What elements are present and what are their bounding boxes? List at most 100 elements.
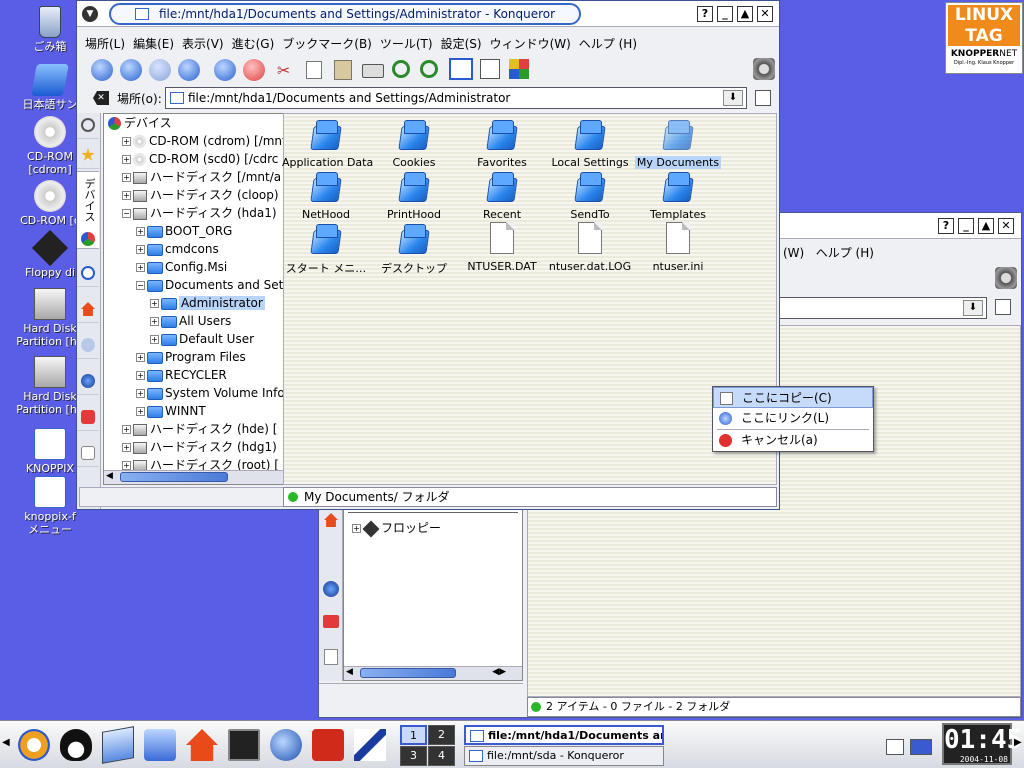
- tree-row[interactable]: + ハードディスク [/mnt/a: [122, 168, 281, 186]
- location-input[interactable]: file:/mnt/hda1/Documents and Settings/Ad…: [165, 87, 747, 109]
- task-button-main[interactable]: file:/mnt/hda1/Documents and Sett: [464, 725, 664, 745]
- home-folder-icon[interactable]: [186, 729, 218, 761]
- scroll-arrows-icon[interactable]: ◀▶: [492, 667, 506, 677]
- expand-toggle[interactable]: +: [136, 407, 145, 416]
- sidebar-tab-services[interactable]: [77, 333, 99, 359]
- display-icon[interactable]: [910, 739, 932, 755]
- openoffice-icon[interactable]: [354, 729, 386, 761]
- zoom-out-icon[interactable]: [420, 60, 438, 78]
- folder-item[interactable]: Local Settings: [546, 118, 634, 169]
- stop-icon[interactable]: [243, 59, 265, 81]
- context-menu-item[interactable]: ここにコピー(C): [713, 387, 873, 408]
- tree-row[interactable]: + Config.Msi: [136, 258, 227, 276]
- multi-column-icon[interactable]: [509, 59, 529, 79]
- konqueror-web-icon[interactable]: [270, 729, 302, 761]
- expand-toggle[interactable]: −: [136, 281, 145, 290]
- menu-item[interactable]: ウィンドウ(W): [486, 32, 575, 55]
- file-icon-view[interactable]: Application Data Cookies Favorites Local Se…: [282, 113, 777, 485]
- expand-toggle[interactable]: +: [136, 371, 145, 380]
- close-button[interactable]: ✕: [757, 6, 773, 22]
- menu-help[interactable]: ヘルプ (H): [812, 241, 878, 264]
- control-center-icon[interactable]: [144, 729, 176, 761]
- folder-red-icon[interactable]: [323, 615, 339, 628]
- folder-item[interactable]: NetHood: [282, 170, 370, 221]
- combo-dropdown-icon[interactable]: ⬇: [963, 300, 983, 316]
- desktop-pager-1[interactable]: 1: [400, 725, 427, 745]
- maximize-button[interactable]: ▲: [737, 6, 753, 22]
- tree-row[interactable]: + Administrator: [150, 294, 265, 312]
- window-menu-icon[interactable]: ▼: [82, 6, 98, 22]
- desktop-pager-4[interactable]: 4: [428, 746, 455, 766]
- context-menu-item[interactable]: キャンセル(a): [713, 430, 873, 451]
- context-menu-item[interactable]: ここにリンク(L): [713, 408, 873, 429]
- expand-toggle[interactable]: +: [122, 461, 131, 470]
- gear-icon[interactable]: [753, 58, 775, 80]
- file-item[interactable]: NTUSER.DAT: [458, 222, 546, 273]
- folder-item[interactable]: Recent: [458, 170, 546, 221]
- tree-row[interactable]: + ハードディスク (cloop): [122, 186, 279, 204]
- reload-icon[interactable]: [214, 59, 236, 81]
- back-location-combo[interactable]: ⬇: [779, 297, 987, 319]
- go-icon[interactable]: [755, 90, 771, 106]
- tree-row[interactable]: + RECYCLER: [136, 366, 227, 384]
- sidebar-tab-network[interactable]: [77, 369, 99, 395]
- desktop-icon[interactable]: [102, 726, 134, 764]
- expand-toggle[interactable]: +: [122, 443, 131, 452]
- menu-item[interactable]: 設定(S): [437, 32, 486, 55]
- help-button[interactable]: ?: [938, 218, 954, 234]
- task-button-sda[interactable]: file:/mnt/sda - Konqueror: [464, 746, 664, 766]
- zoom-in-icon[interactable]: [392, 60, 410, 78]
- home-nav-icon[interactable]: [178, 59, 200, 81]
- tree-row[interactable]: + Program Files: [136, 348, 246, 366]
- tree-row[interactable]: + System Volume Info: [136, 384, 285, 402]
- tree-row[interactable]: + CD-ROM (scd0) [/cdrc: [122, 150, 278, 168]
- menu-item[interactable]: ヘルプ (H): [575, 32, 641, 55]
- tree-row[interactable]: + WINNT: [136, 402, 206, 420]
- sidebar-tab-home[interactable]: [77, 297, 99, 323]
- forward-icon[interactable]: [149, 59, 171, 81]
- tree-row[interactable]: デバイス: [108, 114, 172, 132]
- folder-item[interactable]: デスクトップ: [370, 222, 458, 276]
- tree-row-floppy[interactable]: + フロッピー: [352, 519, 441, 537]
- sidebar-tab-root[interactable]: [77, 405, 99, 431]
- folder-item[interactable]: My Documents: [634, 118, 722, 169]
- print-icon[interactable]: [362, 64, 384, 78]
- expand-toggle[interactable]: +: [122, 425, 131, 434]
- copy-icon[interactable]: [306, 61, 322, 79]
- sidebar-tab-devices[interactable]: デバイス: [77, 171, 99, 249]
- expand-toggle[interactable]: +: [136, 245, 145, 254]
- scroll-left-icon[interactable]: ◀: [346, 667, 353, 677]
- scroll-thumb[interactable]: [120, 472, 228, 482]
- expand-toggle[interactable]: +: [122, 155, 131, 164]
- sidebar-tab-search[interactable]: [77, 113, 99, 139]
- expand-toggle[interactable]: +: [150, 335, 159, 344]
- blank-page-icon[interactable]: [324, 649, 338, 665]
- expand-toggle[interactable]: +: [136, 227, 145, 236]
- minimize-button[interactable]: _: [717, 6, 733, 22]
- folder-item[interactable]: Templates: [634, 170, 722, 221]
- main-titlebar[interactable]: ▼ file:/mnt/hda1/Documents and Settings/…: [77, 1, 779, 27]
- tree-row[interactable]: + CD-ROM (cdrom) [/mnt: [122, 132, 287, 150]
- tux-icon[interactable]: [60, 729, 92, 761]
- tree-row[interactable]: + ハードディスク (hdg1): [122, 438, 277, 456]
- expand-toggle[interactable]: +: [136, 263, 145, 272]
- maximize-button[interactable]: ▲: [978, 218, 994, 234]
- expand-toggle[interactable]: +: [122, 137, 131, 146]
- expand-toggle[interactable]: +: [122, 173, 131, 182]
- terminal-icon[interactable]: [228, 729, 260, 761]
- tree-row[interactable]: − Documents and Sett: [136, 276, 288, 294]
- folder-item[interactable]: Cookies: [370, 118, 458, 169]
- menu-item[interactable]: 表示(V): [178, 32, 228, 55]
- back-icon[interactable]: [120, 59, 142, 81]
- up-icon[interactable]: [91, 59, 113, 81]
- tree-row[interactable]: + All Users: [150, 312, 231, 330]
- expand-toggle[interactable]: +: [136, 353, 145, 362]
- tree-row[interactable]: + BOOT_ORG: [136, 222, 232, 240]
- clear-location-icon[interactable]: [995, 299, 1011, 315]
- expand-toggle[interactable]: +: [136, 389, 145, 398]
- folder-item[interactable]: SendTo: [546, 170, 634, 221]
- clear-location-icon[interactable]: ✕: [93, 91, 109, 105]
- folder-item[interactable]: Favorites: [458, 118, 546, 169]
- klipper-icon[interactable]: [886, 739, 904, 755]
- menu-item[interactable]: ブックマーク(B): [278, 32, 376, 55]
